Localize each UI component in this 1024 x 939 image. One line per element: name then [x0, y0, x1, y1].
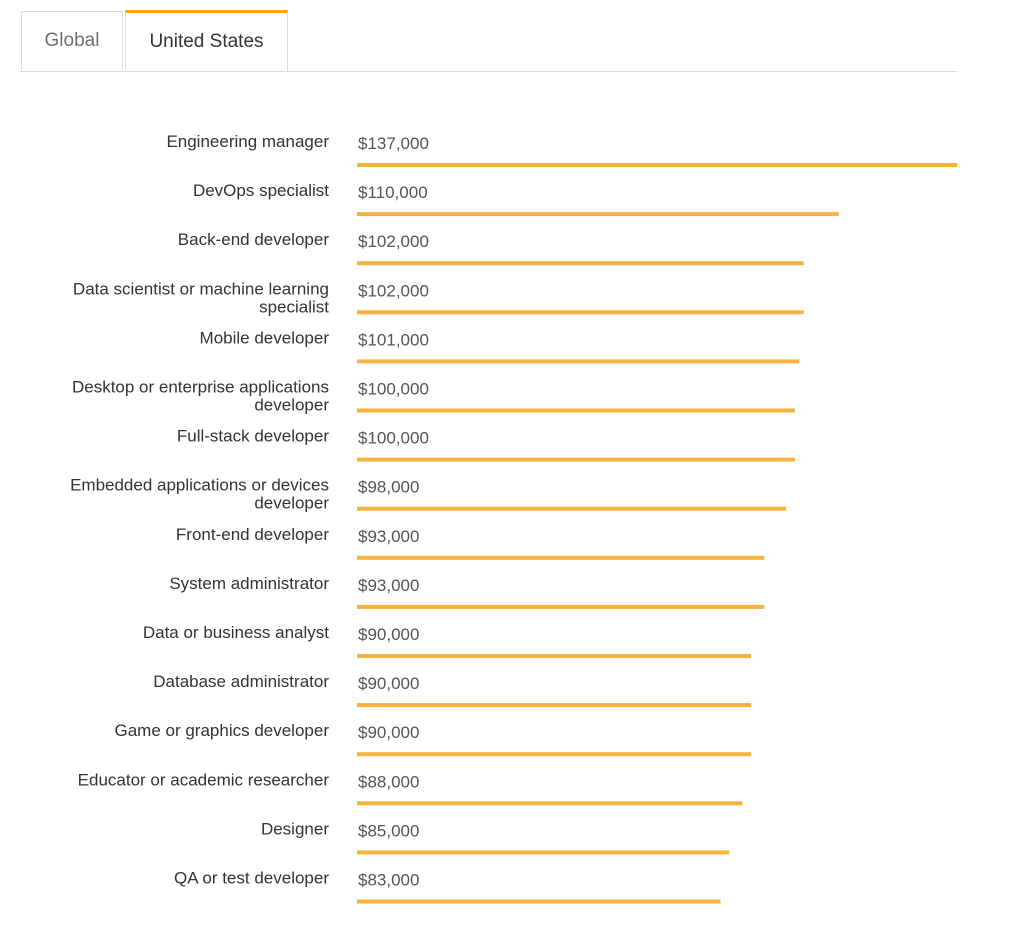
value-label: $102,000 — [358, 281, 429, 300]
salary-bar — [357, 163, 957, 167]
category-label: Full-stack developer — [177, 427, 329, 446]
category-label: DevOps specialist — [193, 181, 329, 200]
salary-bar — [357, 555, 765, 560]
value-label: $93,000 — [358, 527, 419, 546]
salary-bar — [357, 212, 839, 217]
category-label: QA or test developer — [174, 869, 329, 888]
salary-bar — [357, 457, 795, 462]
salary-bar — [357, 899, 721, 904]
value-label: $90,000 — [358, 723, 419, 742]
category-label: Desktop or enterprise applications develo… — [72, 378, 329, 415]
category-label: Data scientist or machine learning specia… — [73, 279, 329, 316]
category-label: Designer — [261, 819, 329, 838]
value-label: $90,000 — [358, 674, 419, 693]
category-label: Front-end developer — [176, 525, 329, 544]
category-label: Data or business analyst — [143, 623, 329, 642]
salary-bar — [357, 261, 804, 266]
value-label: $100,000 — [358, 429, 429, 448]
value-label: $100,000 — [358, 380, 429, 399]
salary-bar — [357, 752, 752, 757]
value-label: $83,000 — [358, 871, 419, 890]
salary-bar — [357, 604, 765, 609]
value-label: $88,000 — [358, 772, 419, 791]
category-label: Mobile developer — [200, 328, 330, 347]
value-label: $98,000 — [358, 478, 419, 497]
value-label: $110,000 — [358, 183, 428, 202]
category-label: Database administrator — [153, 672, 329, 691]
salary-bar — [357, 359, 800, 364]
value-label: $90,000 — [358, 625, 419, 644]
category-label: Embedded applications or devices develope… — [70, 476, 329, 513]
value-label: $93,000 — [358, 576, 419, 595]
category-label: Engineering manager — [166, 132, 329, 151]
salary-bar — [357, 654, 752, 658]
value-label: $101,000 — [358, 330, 429, 349]
value-label: $85,000 — [358, 821, 419, 840]
value-label: $102,000 — [358, 232, 429, 251]
salary-bar-chart: Engineering manager $137,000 DevOps specia… — [70, 132, 957, 904]
category-label: System administrator — [169, 574, 329, 593]
salary-bar — [357, 310, 804, 315]
salary-bar — [357, 408, 795, 413]
salary-bar — [357, 703, 752, 708]
value-label: $137,000 — [358, 134, 429, 153]
salary-bar — [357, 506, 787, 511]
category-label: Back-end developer — [178, 230, 330, 249]
category-label: Educator or academic researcher — [78, 770, 330, 789]
salary-bar — [357, 850, 730, 855]
salary-bar — [357, 801, 743, 806]
category-label: Game or graphics developer — [114, 721, 329, 740]
